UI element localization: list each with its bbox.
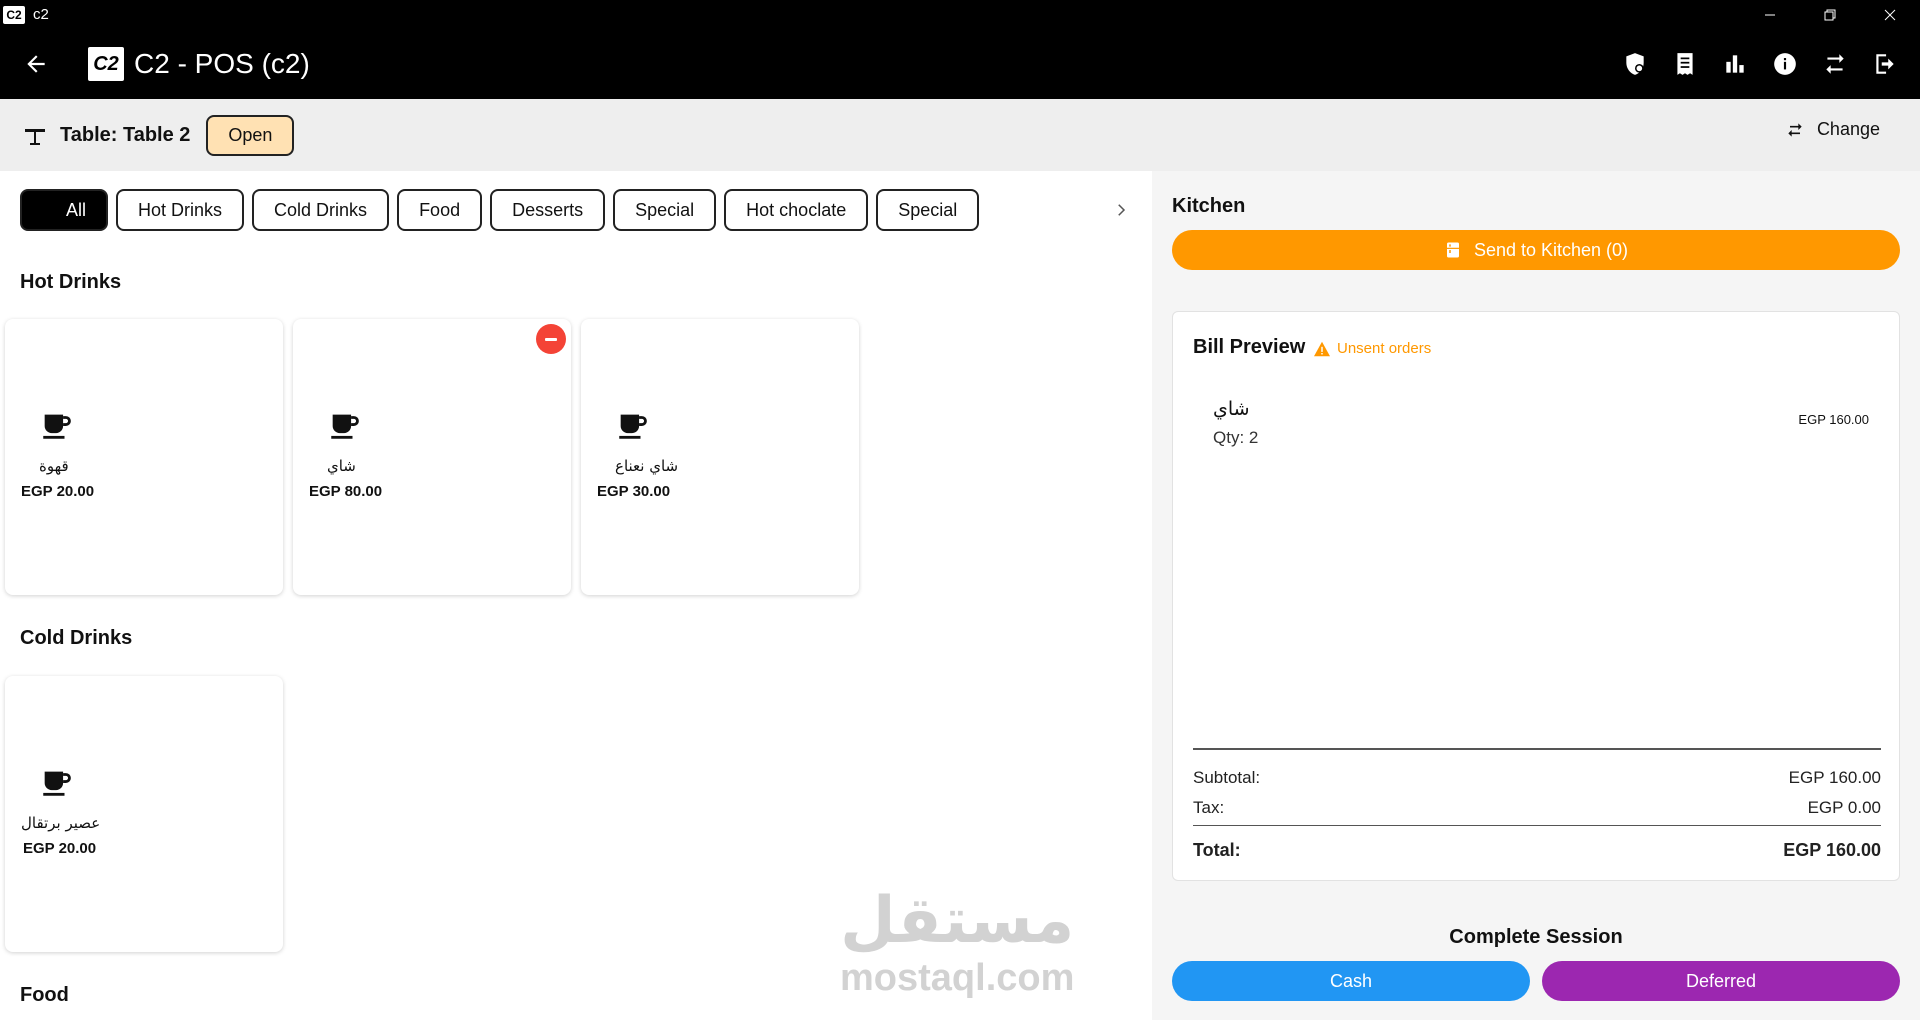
category-tab-cold-drinks[interactable]: Cold Drinks	[252, 189, 390, 231]
products-panel: All Hot Drinks Cold Drinks Food Desserts…	[0, 171, 1152, 1020]
total-value: EGP 160.00	[1783, 840, 1881, 860]
bill-item-qty: Qty: 2	[1213, 428, 1259, 447]
bill-title: Bill Preview	[1193, 336, 1306, 358]
category-tab-hot-chocolate[interactable]: Hot choclate	[724, 189, 869, 231]
product-name: قهوة	[39, 457, 69, 475]
table-bar: Table: Table 2 Open Change	[0, 99, 1920, 171]
product-price: EGP 80.00	[309, 483, 383, 500]
watermark-arabic: مستقل	[840, 884, 1075, 958]
bar-chart-icon[interactable]	[1710, 39, 1760, 89]
category-tab-all[interactable]: All	[20, 189, 109, 231]
category-tabs: All Hot Drinks Cold Drinks Food Desserts…	[20, 189, 980, 231]
product-price: EGP 30.00	[597, 483, 671, 500]
table-icon	[22, 122, 48, 148]
bill-preview: Bill Preview Unsent orders شاي Qty: 2 EG…	[1172, 311, 1900, 881]
section-title-food: Food	[20, 984, 69, 1006]
restore-icon[interactable]	[1800, 0, 1860, 29]
subtotal-row: Subtotal: EGP 160.00	[1193, 768, 1881, 788]
product-name: عصير برتقال	[21, 814, 101, 832]
tax-row: Tax: EGP 0.00	[1193, 798, 1881, 818]
total-label: Total:	[1193, 840, 1241, 860]
table-label: Table: Table 2	[60, 123, 191, 146]
logout-icon[interactable]	[1860, 39, 1910, 89]
watermark-latin: mostaql.com	[840, 957, 1075, 999]
window-titlebar: C2 c2	[0, 0, 1920, 29]
remove-item-button[interactable]	[536, 324, 566, 354]
subtotal-label: Subtotal:	[1193, 768, 1261, 787]
complete-session-title: Complete Session	[1449, 926, 1623, 948]
shield-icon[interactable]	[1610, 39, 1660, 89]
page-title: C2 - POS (c2)	[134, 48, 310, 79]
cash-button[interactable]: Cash	[1172, 961, 1530, 1001]
category-tab-special[interactable]: Special	[613, 189, 717, 231]
product-name: شاي نعناع	[615, 457, 679, 475]
product-card[interactable]: قهوة EGP 20.00	[5, 319, 283, 595]
deferred-button[interactable]: Deferred	[1542, 961, 1900, 1001]
app-bar: C2 C2 - POS (c2)	[0, 29, 1920, 99]
tax-label: Tax:	[1193, 798, 1225, 817]
send-to-kitchen-button[interactable]: Send to Kitchen (0)	[1172, 230, 1900, 270]
order-panel: Kitchen Send to Kitchen (0) Bill Preview…	[1152, 171, 1920, 1020]
window-logo: C2	[3, 5, 25, 24]
chevron-right-icon[interactable]	[1108, 197, 1134, 223]
section-title-hot-drinks: Hot Drinks	[20, 271, 122, 293]
back-arrow-icon[interactable]	[18, 46, 54, 82]
category-tab-desserts[interactable]: Desserts	[490, 189, 606, 231]
bill-item-price: EGP 160.00	[1798, 412, 1869, 427]
coffee-cup-icon	[619, 414, 647, 439]
swap-arrows-icon	[1788, 122, 1802, 137]
change-label: Change	[1816, 119, 1880, 139]
category-tab-food[interactable]: Food	[397, 189, 483, 231]
category-tab-special-2[interactable]: Special	[876, 189, 980, 231]
divider	[1193, 748, 1881, 750]
section-title-cold-drinks: Cold Drinks	[20, 627, 133, 649]
unsent-warning-label: Unsent orders	[1337, 340, 1432, 357]
status-badge: Open	[206, 114, 295, 156]
tax-value: EGP 0.00	[1807, 798, 1881, 817]
product-card[interactable]: عصير برتقال EGP 20.00	[5, 676, 283, 952]
coffee-cup-icon	[43, 771, 71, 796]
product-card[interactable]: شاي EGP 80.00	[293, 319, 571, 595]
product-name: شاي	[327, 457, 356, 475]
close-icon[interactable]	[1860, 0, 1920, 29]
appbar-actions	[1610, 29, 1910, 99]
minimize-icon[interactable]	[1740, 0, 1800, 29]
kitchen-icon	[1446, 242, 1459, 258]
coffee-cup-icon	[43, 414, 71, 439]
product-price: EGP 20.00	[21, 483, 95, 500]
total-row: Total: EGP 160.00	[1193, 840, 1881, 861]
app-logo: C2	[88, 47, 124, 81]
unsent-warning: Unsent orders	[1313, 340, 1431, 357]
bill-item-name: شاي	[1213, 398, 1250, 420]
window-title: c2	[33, 6, 49, 23]
swap-arrows-icon[interactable]	[1810, 39, 1860, 89]
product-card[interactable]: شاي نعناع EGP 30.00	[581, 319, 859, 595]
window-controls	[1740, 0, 1920, 29]
product-price: EGP 20.00	[23, 840, 97, 857]
warning-icon	[1314, 341, 1330, 356]
minus-icon	[545, 337, 557, 341]
category-tab-hot-drinks[interactable]: Hot Drinks	[116, 189, 245, 231]
change-table-button[interactable]: Change	[1785, 119, 1880, 140]
coffee-cup-icon	[331, 414, 359, 439]
watermark: مستقل mostaql.com	[840, 889, 1074, 997]
send-to-kitchen-label: Send to Kitchen (0)	[1473, 239, 1629, 260]
subtotal-value: EGP 160.00	[1788, 768, 1881, 787]
info-icon[interactable]	[1760, 39, 1810, 89]
divider	[1193, 825, 1881, 826]
kitchen-title: Kitchen	[1172, 195, 1246, 217]
receipt-icon[interactable]	[1660, 39, 1710, 89]
